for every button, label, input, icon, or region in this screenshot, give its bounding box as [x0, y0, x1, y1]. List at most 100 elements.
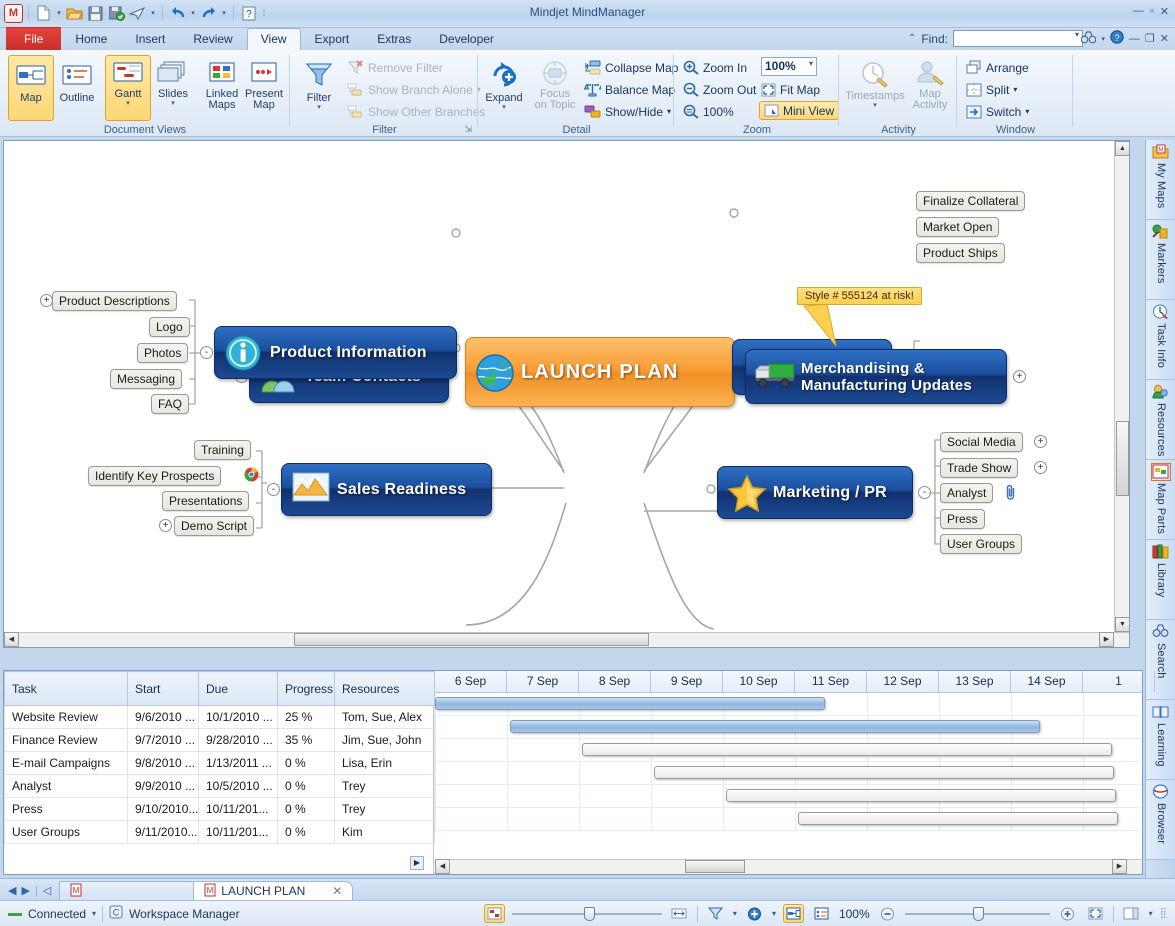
view-button-present-map[interactable]: Present Map	[238, 55, 290, 121]
expand-toggle-demo-script[interactable]: +	[159, 519, 172, 532]
maximize-button[interactable]: ▫	[1150, 5, 1154, 18]
nav-prev-tab-icon[interactable]: ◁	[43, 884, 51, 897]
gantt-bar[interactable]	[435, 697, 825, 710]
task-pane-item-map-parts[interactable]: Map Parts	[1146, 460, 1175, 540]
collapse-ribbon-icon[interactable]: ⌃	[908, 33, 916, 44]
expand-toggle-product-descriptions[interactable]: +	[40, 294, 53, 307]
nav-forward-icon[interactable]: ▶	[21, 884, 29, 897]
gantt-timeline[interactable]: 6 Sep7 Sep8 Sep9 Sep10 Sep11 Sep12 Sep13…	[435, 671, 1142, 874]
gantt-bar[interactable]	[726, 789, 1116, 802]
gantt-column-header[interactable]: Resources	[335, 672, 435, 706]
nav-back-icon[interactable]: ◀	[8, 884, 16, 897]
ribbon-tab-export[interactable]: Export	[301, 28, 364, 50]
map-subtopic-social-media[interactable]: Social Media	[940, 432, 1023, 452]
gantt-table-hscroll-right-icon[interactable]: ▶	[410, 856, 424, 870]
filter-dialog-launcher-icon[interactable]: ⇲	[464, 124, 472, 135]
zoom-slider[interactable]	[905, 907, 1050, 921]
gantt-bar-row[interactable]	[435, 693, 1142, 716]
switch-button[interactable]: Switch ▾	[966, 102, 1029, 121]
ribbon-tab-insert[interactable]: Insert	[121, 28, 179, 50]
map-center-topic[interactable]: LAUNCH PLAN	[465, 337, 735, 407]
doc-restore-button[interactable]: ❐	[1145, 32, 1155, 45]
view-button-gantt[interactable]: Gantt ▾	[105, 55, 151, 121]
map-subtopic-messaging[interactable]: Messaging	[110, 369, 182, 389]
gantt-column-header[interactable]: Task	[5, 672, 128, 706]
detail-slider-knob[interactable]	[584, 907, 595, 921]
gantt-bar-row[interactable]	[435, 716, 1142, 739]
gantt-horizontal-scrollbar[interactable]: ◀ ▶	[435, 859, 1142, 874]
chrome-icon[interactable]	[244, 467, 259, 485]
find-input[interactable]	[953, 30, 1083, 47]
arrange-button[interactable]: Arrange	[966, 58, 1029, 77]
document-tab-launch-plan[interactable]: M LAUNCH PLAN ✕	[193, 881, 353, 900]
gantt-bar-row[interactable]	[435, 785, 1142, 808]
zoom-level-select[interactable]: 100%	[761, 57, 817, 76]
resize-grip-icon[interactable]: ⣿	[1160, 908, 1167, 919]
gantt-column-header[interactable]: Due	[199, 672, 278, 706]
map-subtopic-training[interactable]: Training	[194, 440, 251, 460]
gantt-table-row[interactable]: E-mail Campaigns9/8/2010 ...1/13/2011 ..…	[5, 752, 435, 775]
map-view-status-icon[interactable]	[783, 904, 804, 923]
view-mode-slides-icon[interactable]	[484, 904, 505, 923]
gantt-bar-row[interactable]	[435, 808, 1142, 831]
gantt-column-header[interactable]: Start	[128, 672, 199, 706]
remove-filter-button[interactable]: Remove Filter	[347, 58, 443, 77]
gantt-table-row[interactable]: Finance Review9/7/2010 ...9/28/2010 ...3…	[5, 729, 435, 752]
gantt-bar[interactable]	[582, 743, 1112, 756]
filter-dropdown-icon[interactable]: ▾	[317, 104, 321, 111]
map-callout-style-risk[interactable]: Style # 555124 at risk!	[797, 287, 922, 305]
gantt-bar[interactable]	[798, 812, 1118, 825]
scroll-right-arrow-icon[interactable]: ▶	[1099, 632, 1114, 647]
show-hide-dropdown-icon[interactable]: ▾	[667, 107, 671, 116]
map-subtopic-demo-script[interactable]: Demo Script	[174, 516, 254, 536]
ribbon-tab-review[interactable]: Review	[179, 28, 246, 50]
help-circle-icon[interactable]: ?	[1110, 30, 1124, 47]
map-subtopic-faq[interactable]: FAQ	[151, 394, 189, 414]
zoom-in-status-icon[interactable]	[1057, 904, 1078, 923]
timestamps-dropdown-icon[interactable]: ▾	[873, 102, 877, 109]
zoom-out-status-icon[interactable]	[877, 904, 898, 923]
focus-on-topic-button[interactable]: Focus on Topic	[527, 55, 583, 121]
view-button-gantt-dropdown-icon[interactable]: ▾	[126, 100, 130, 107]
task-pane-item-resources[interactable]: Resources	[1146, 380, 1175, 460]
expand-toggle-merchandising[interactable]: +	[1013, 370, 1026, 383]
collapse-map-button[interactable]: Collapse Map	[584, 58, 678, 77]
ribbon-tab-view[interactable]: View	[247, 28, 301, 50]
show-other-branches-button[interactable]: Show Other Branches	[347, 102, 485, 121]
map-activity-button[interactable]: Map Activity	[903, 55, 957, 121]
close-button[interactable]: ✕	[1160, 5, 1169, 18]
expand-status-dropdown-icon[interactable]: ▾	[772, 909, 776, 918]
close-icon[interactable]: ✕	[332, 884, 342, 898]
task-pane-toggle-icon[interactable]	[1121, 904, 1142, 923]
view-button-outline[interactable]: Outline	[54, 55, 100, 121]
show-hide-button[interactable]: Show/Hide ▾	[584, 102, 671, 121]
map-subtopic-market-open[interactable]: Market Open	[916, 217, 999, 237]
gantt-table-row[interactable]: User Groups9/11/2010...10/11/201...0 %Ki…	[5, 821, 435, 844]
map-subtopic-logo[interactable]: Logo	[149, 317, 190, 337]
doc-minimize-button[interactable]: —	[1129, 33, 1140, 45]
map-topic-merchandising[interactable]: Merchandising & Manufacturing Updates	[745, 349, 1007, 404]
detail-slider[interactable]	[512, 907, 662, 921]
workspace-manager-label[interactable]: Workspace Manager	[129, 907, 240, 921]
ribbon-tab-home[interactable]: Home	[61, 28, 121, 50]
gantt-bars-area[interactable]	[435, 693, 1142, 831]
doc-close-button[interactable]: ✕	[1160, 32, 1169, 45]
ribbon-tab-file[interactable]: File	[6, 27, 61, 50]
map-canvas[interactable]: LAUNCH PLAN Team Contacts + Key Dates - …	[3, 140, 1130, 648]
filter-status-dropdown-icon[interactable]: ▾	[733, 909, 737, 918]
ribbon-tab-developer[interactable]: Developer	[425, 28, 508, 50]
task-pane-item-browser[interactable]: Browser	[1146, 780, 1175, 860]
expand-toggle-social-media[interactable]: +	[1034, 435, 1047, 448]
scroll-down-arrow-icon[interactable]: ▼	[1115, 617, 1130, 632]
task-pane-item-task-info[interactable]: Task Info	[1146, 300, 1175, 380]
split-dropdown-icon[interactable]: ▾	[1013, 85, 1017, 94]
map-subtopic-identify-key-prospects[interactable]: Identify Key Prospects	[88, 466, 221, 486]
view-button-slides-dropdown-icon[interactable]: ▾	[171, 100, 175, 107]
map-horizontal-scrollbar[interactable]: ◀ ▶	[4, 632, 1129, 647]
map-topic-marketing-pr[interactable]: Marketing / PR	[717, 466, 913, 519]
task-pane-dropdown-icon[interactable]: ▾	[1149, 909, 1153, 918]
fit-width-icon[interactable]	[669, 904, 690, 923]
map-subtopic-trade-show[interactable]: Trade Show	[940, 458, 1018, 478]
view-button-map[interactable]: Map	[8, 55, 54, 121]
task-pane-item-learning[interactable]: Learning	[1146, 700, 1175, 780]
